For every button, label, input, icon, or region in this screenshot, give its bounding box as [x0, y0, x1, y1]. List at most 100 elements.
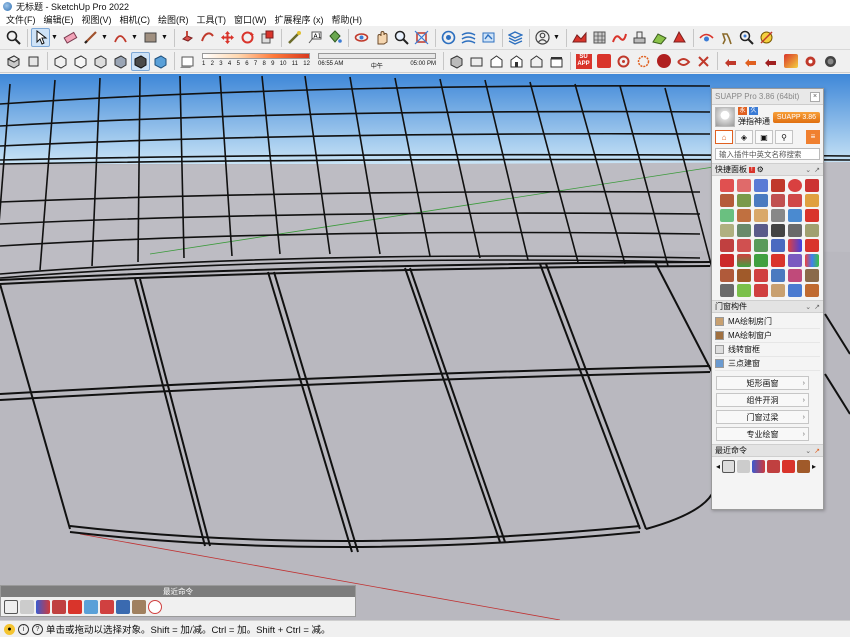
recent-tool-icon[interactable]	[132, 600, 146, 614]
recent-tool-icon[interactable]	[20, 600, 34, 614]
tape-measure-icon[interactable]	[285, 28, 304, 47]
line-dropdown-arrow[interactable]: ▼	[101, 28, 108, 47]
menu-help[interactable]: 帮助(H)	[328, 13, 367, 26]
quick-tool-icon[interactable]	[788, 179, 802, 192]
menu-edit[interactable]: 编辑(E)	[40, 13, 78, 26]
quick-tool-icon[interactable]	[720, 224, 734, 237]
help-icon[interactable]: ?	[32, 623, 43, 635]
quick-tool-icon[interactable]	[788, 254, 802, 267]
view-top-icon[interactable]	[467, 52, 486, 71]
quick-tool-icon[interactable]	[788, 239, 802, 252]
arc-icon[interactable]	[111, 28, 130, 47]
suapp-tool-1-icon[interactable]	[594, 52, 613, 71]
quick-tool-icon[interactable]	[771, 194, 785, 207]
list-item[interactable]: MA绘制房门	[715, 315, 820, 329]
follow-me-icon[interactable]	[198, 28, 217, 47]
quick-tool-icon[interactable]	[771, 239, 785, 252]
sandbox-grid-icon[interactable]	[590, 28, 609, 47]
text-label-icon[interactable]: A1	[305, 28, 324, 47]
views-iso-icon[interactable]	[4, 52, 23, 71]
style-textured-icon[interactable]	[131, 51, 150, 71]
cube-icon[interactable]: ◈	[735, 130, 753, 144]
menu-list-icon[interactable]: ≡	[806, 130, 820, 144]
recent-tool-icon[interactable]	[767, 460, 781, 473]
home-icon[interactable]: ⌂	[715, 130, 733, 144]
pencil-line-icon[interactable]	[81, 28, 100, 47]
suapp-tool-7-icon[interactable]	[721, 52, 740, 71]
quick-tool-icon[interactable]	[754, 269, 768, 282]
quick-tool-icon[interactable]	[754, 254, 768, 267]
style-xray-icon[interactable]	[51, 52, 70, 71]
style-wireframe-icon[interactable]	[71, 52, 90, 71]
component-hole-button[interactable]: 组件开洞 ›	[716, 393, 809, 407]
orbit-icon[interactable]	[352, 28, 371, 47]
suapp-tool-3-icon[interactable]	[634, 52, 653, 71]
quick-tool-icon[interactable]	[805, 284, 819, 297]
view-iso-icon[interactable]	[447, 52, 466, 71]
select-icon[interactable]	[31, 28, 50, 47]
look-around-icon[interactable]	[737, 28, 756, 47]
rectangle-icon[interactable]	[141, 28, 160, 47]
quick-tool-icon[interactable]	[737, 284, 751, 297]
menu-window[interactable]: 窗口(W)	[230, 13, 271, 26]
quick-tool-icon[interactable]	[771, 179, 785, 192]
quick-tool-icon[interactable]	[805, 239, 819, 252]
menu-view[interactable]: 视图(V)	[78, 13, 116, 26]
suapp-tool-9-icon[interactable]	[761, 52, 780, 71]
sandbox-from-contours-icon[interactable]	[570, 28, 589, 47]
style-shaded-icon[interactable]	[111, 52, 130, 71]
quick-tool-icon[interactable]	[805, 209, 819, 222]
list-item[interactable]: 线转窗框	[715, 343, 820, 357]
push-pull-icon[interactable]	[178, 28, 197, 47]
recent-commands-header[interactable]: 最近命令 ⌄ ↗	[712, 444, 823, 457]
lintel-button[interactable]: 门窗过梁 ›	[716, 410, 809, 424]
quick-tool-icon[interactable]	[805, 269, 819, 282]
scroll-left-icon[interactable]: ◂	[716, 462, 720, 471]
shadow-month-slider[interactable]: 1 2 3 4 5 6 7 8 9 10 11 12	[202, 51, 310, 71]
quick-tool-icon[interactable]	[805, 254, 819, 267]
section-plane-icon[interactable]	[757, 28, 776, 47]
menu-file[interactable]: 文件(F)	[2, 13, 40, 26]
quick-tool-icon[interactable]	[720, 239, 734, 252]
arc-dropdown-arrow[interactable]: ▼	[131, 28, 138, 47]
user-account-icon[interactable]	[533, 28, 552, 47]
quick-tool-icon[interactable]	[771, 269, 785, 282]
quick-tool-icon[interactable]	[720, 194, 734, 207]
suapp-close-button[interactable]: ×	[810, 91, 820, 102]
shadows-toggle-icon[interactable]	[178, 52, 197, 71]
quick-tool-icon[interactable]	[788, 194, 802, 207]
settings-gear-icon[interactable]: ⚙	[757, 165, 764, 174]
extension-warehouse-icon[interactable]	[459, 28, 478, 47]
quick-tool-icon[interactable]	[805, 224, 819, 237]
quick-panel-header[interactable]: 快捷面板 ! ⚙ ⌄ ↗	[712, 163, 823, 176]
recent-tool-icon[interactable]	[4, 600, 18, 614]
position-camera-icon[interactable]	[697, 28, 716, 47]
rect-window-button[interactable]: 矩形画窗 ›	[716, 376, 809, 390]
quick-tool-icon[interactable]	[754, 179, 768, 192]
warehouse-icon[interactable]	[439, 28, 458, 47]
stamp-icon[interactable]	[630, 28, 649, 47]
shape-dropdown-arrow[interactable]: ▼	[161, 28, 168, 47]
suapp-logo-icon[interactable]: SU APP	[574, 52, 593, 71]
menu-tools[interactable]: 工具(T)	[193, 13, 231, 26]
move-icon[interactable]	[218, 28, 237, 47]
menu-draw[interactable]: 绘图(R)	[154, 13, 193, 26]
view-left-icon[interactable]	[547, 52, 566, 71]
recent-tool-icon[interactable]	[737, 460, 751, 473]
recent-tool-icon[interactable]	[116, 600, 130, 614]
recent-tool-icon[interactable]	[797, 460, 811, 473]
quick-tool-icon[interactable]	[754, 239, 768, 252]
quick-tool-icon[interactable]	[720, 284, 734, 297]
add-detail-icon[interactable]	[670, 28, 689, 47]
quick-tool-icon[interactable]	[754, 224, 768, 237]
quick-tool-icon[interactable]	[754, 209, 768, 222]
suapp-tool-12-icon[interactable]	[821, 52, 840, 71]
quick-tool-icon[interactable]	[754, 284, 768, 297]
recent-tool-icon[interactable]	[722, 460, 736, 473]
eraser-icon[interactable]	[61, 28, 80, 47]
door-window-section-header[interactable]: 门窗构件 ⌄ ↗	[712, 300, 823, 313]
quick-tool-icon[interactable]	[771, 209, 785, 222]
recent-tool-icon[interactable]	[148, 600, 162, 614]
zoom-extents-icon[interactable]	[412, 28, 431, 47]
suapp-tool-10-icon[interactable]	[781, 52, 800, 71]
